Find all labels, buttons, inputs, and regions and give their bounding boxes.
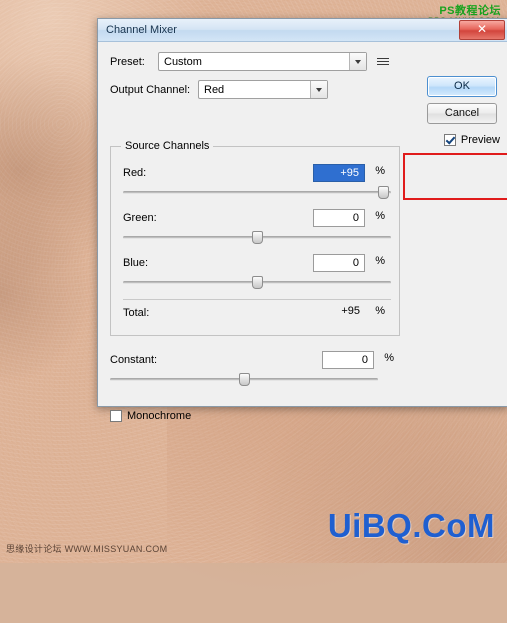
blue-channel-slider-thumb[interactable] bbox=[252, 276, 263, 289]
preset-label: Preset: bbox=[110, 55, 145, 68]
preset-dropdown[interactable]: Custom bbox=[158, 52, 367, 71]
total-divider bbox=[123, 299, 391, 300]
preview-checkbox[interactable] bbox=[443, 134, 456, 146]
preview-checkbox-row[interactable]: Preview bbox=[443, 134, 500, 146]
preset-row: Preset: Custom bbox=[110, 52, 495, 71]
green-channel-label: Green: bbox=[123, 212, 157, 224]
total-value: +95 bbox=[341, 305, 360, 317]
red-channel-slider-thumb[interactable] bbox=[378, 186, 389, 199]
blue-channel-input[interactable]: 0 bbox=[313, 254, 365, 272]
preset-options-icon[interactable] bbox=[375, 54, 391, 70]
red-highlight-box bbox=[403, 153, 507, 200]
close-icon[interactable]: ✕ bbox=[459, 20, 505, 40]
green-channel-input[interactable]: 0 bbox=[313, 209, 365, 227]
chevron-down-icon[interactable] bbox=[310, 81, 327, 98]
source-channels-legend: Source Channels bbox=[121, 140, 214, 152]
constant-unit: % bbox=[384, 352, 394, 364]
blue-channel-label: Blue: bbox=[123, 257, 149, 269]
output-channel-label: Output Channel: bbox=[110, 83, 191, 96]
constant-input[interactable]: 0 bbox=[322, 351, 374, 369]
preset-value: Custom bbox=[164, 55, 202, 68]
red-channel-input[interactable]: +95 bbox=[313, 164, 365, 182]
output-channel-dropdown[interactable]: Red bbox=[198, 80, 328, 99]
green-channel-slider-thumb[interactable] bbox=[252, 231, 263, 244]
dialog-titlebar[interactable]: Channel Mixer ✕ bbox=[98, 19, 507, 42]
dialog-body: Preset: Custom Output Channel: Red OK Ca… bbox=[98, 42, 507, 422]
monochrome-row[interactable]: Monochrome bbox=[110, 410, 191, 422]
red-channel-slider-track[interactable] bbox=[123, 191, 391, 194]
constant-slider-thumb[interactable] bbox=[239, 373, 250, 386]
red-channel-unit: % bbox=[375, 165, 385, 177]
monochrome-label: Monochrome bbox=[127, 410, 192, 422]
channel-mixer-dialog: Channel Mixer ✕ Preset: Custom Output Ch… bbox=[97, 18, 507, 422]
red-channel-label: Red: bbox=[123, 167, 147, 179]
source-channels-group: Source Channels Red: +95 % Green: 0 % Bl… bbox=[110, 140, 400, 336]
preview-label: Preview bbox=[460, 134, 500, 146]
green-channel-unit: % bbox=[375, 210, 385, 222]
total-unit: % bbox=[375, 305, 385, 317]
constant-label: Constant: bbox=[110, 354, 158, 366]
blue-channel-unit: % bbox=[375, 255, 385, 267]
cancel-button[interactable]: Cancel bbox=[427, 103, 497, 124]
output-channel-value: Red bbox=[204, 83, 225, 96]
chevron-down-icon[interactable] bbox=[349, 53, 366, 70]
monochrome-checkbox[interactable] bbox=[110, 410, 122, 422]
ok-button[interactable]: OK bbox=[427, 76, 497, 97]
total-label: Total: bbox=[123, 307, 150, 319]
dialog-title: Channel Mixer bbox=[106, 24, 177, 36]
